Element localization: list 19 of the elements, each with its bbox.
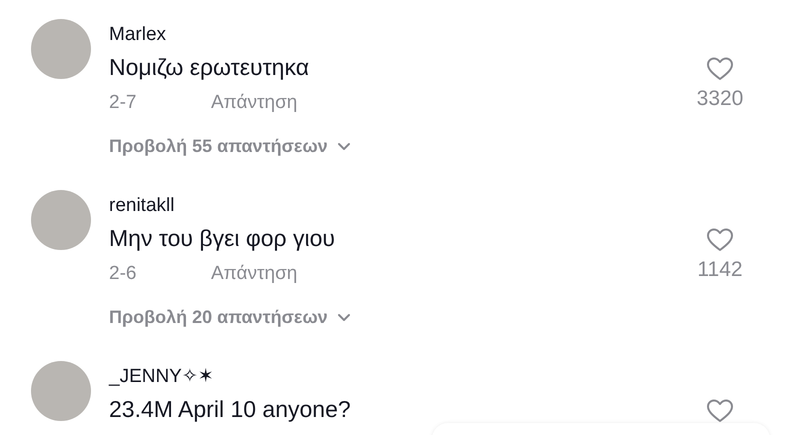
comment-text: Νομιζω ερωτευτηκα: [109, 53, 310, 82]
heart-icon[interactable]: [706, 398, 734, 424]
heart-icon[interactable]: [706, 56, 734, 82]
chevron-down-icon: [336, 142, 351, 150]
comment-date: 2-7: [109, 91, 138, 115]
like-count: 1142: [697, 257, 743, 283]
comment-text: Μην του βγει φορ γιου: [109, 224, 336, 253]
comment-date: 2-6: [109, 262, 138, 286]
username[interactable]: _JENNY✧✶: [109, 365, 680, 389]
comment-text: 23.4M April 10 anyone?: [109, 395, 352, 424]
chevron-down-icon: [336, 312, 351, 322]
username[interactable]: Marlex: [109, 23, 680, 47]
reply-link[interactable]: Απάντηση: [211, 261, 298, 287]
username[interactable]: renitakll: [109, 194, 680, 218]
like-count: 3320: [696, 86, 744, 112]
reply-link[interactable]: Απάντηση: [211, 90, 298, 116]
heart-icon[interactable]: [706, 227, 734, 253]
view-replies-button[interactable]: Προβολή 20 απαντήσεων: [109, 304, 351, 330]
view-replies-button[interactable]: Προβολή 55 απαντήσεων: [109, 133, 351, 159]
